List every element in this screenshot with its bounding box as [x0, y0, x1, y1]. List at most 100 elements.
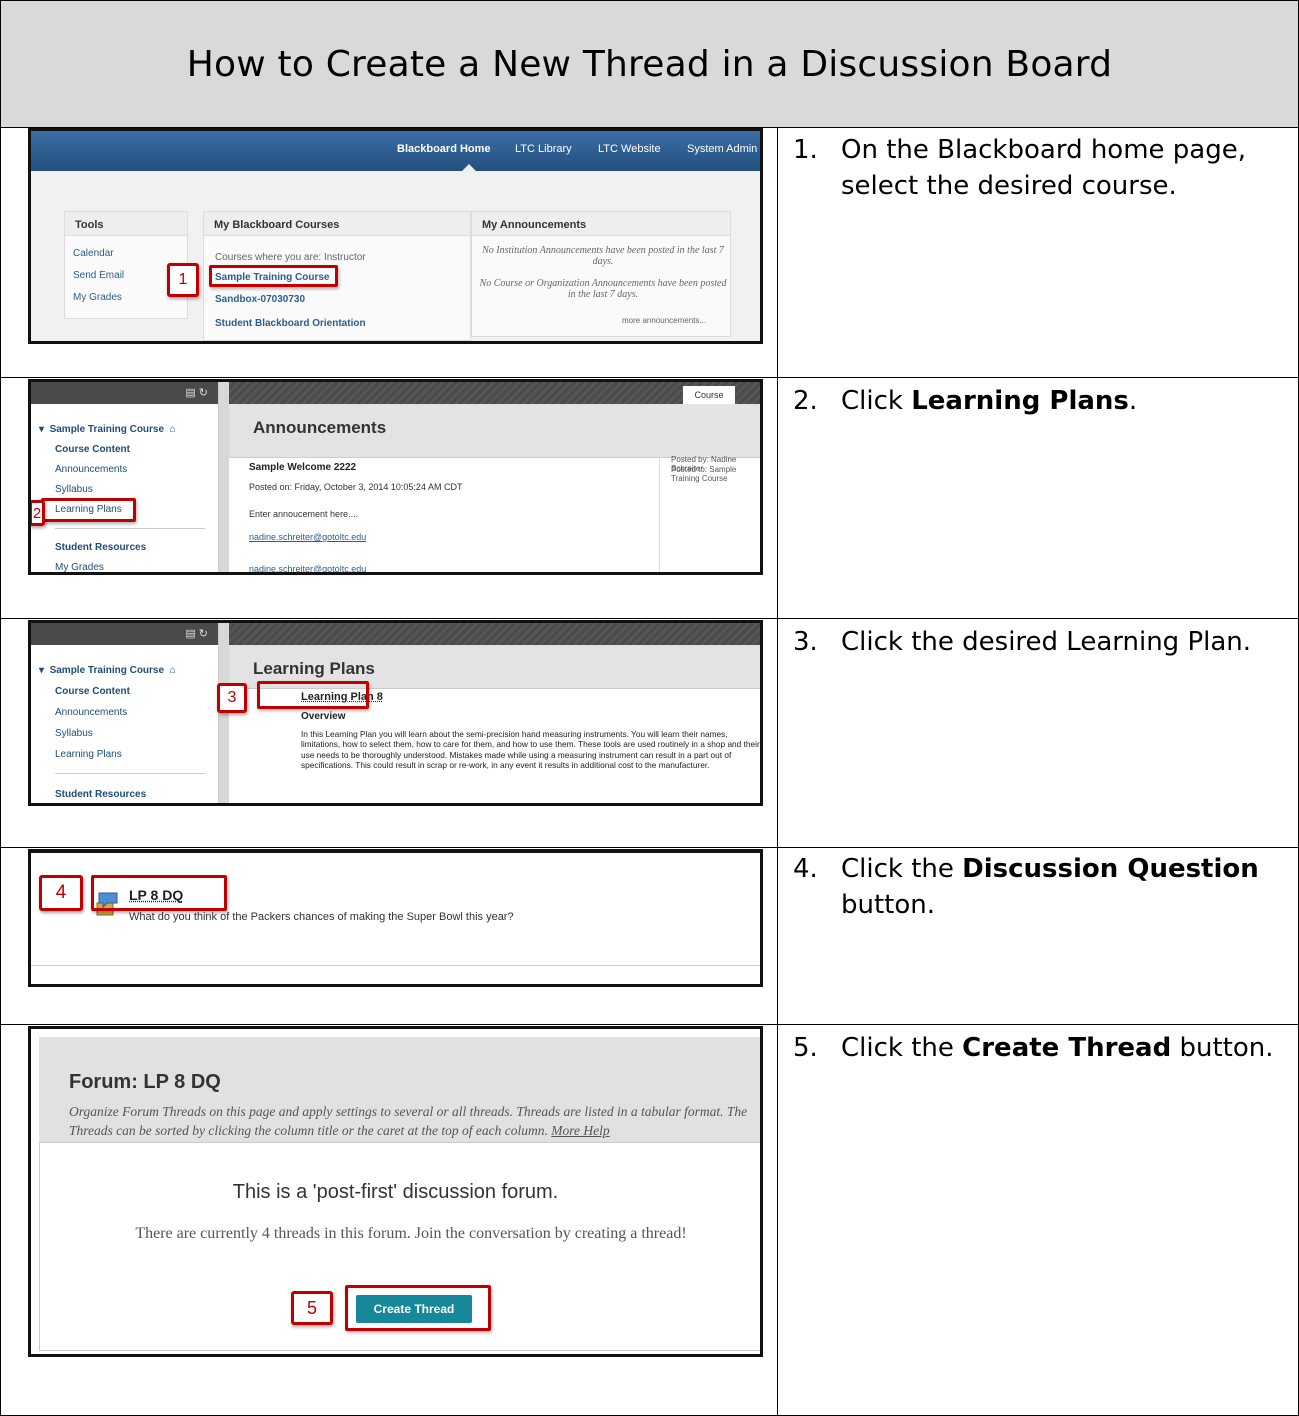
course-link-orientation[interactable]: Student Blackboard Orientation — [215, 318, 366, 329]
announcement-course: No Course or Organization Announcements … — [479, 278, 727, 300]
highlight-box-discussion — [91, 875, 227, 911]
course-menu-toolbar: ▤ ↻ — [31, 382, 218, 404]
menu-divider — [55, 528, 205, 529]
step-callout-2: 2 — [31, 500, 45, 526]
step-number: 1. — [793, 135, 818, 165]
menu-toolbar-icons[interactable]: ▤ ↻ — [185, 627, 208, 640]
menu-item-syllabus[interactable]: Syllabus — [55, 484, 93, 495]
nav-active-indicator — [461, 164, 477, 172]
nav-blackboard-home[interactable]: Blackboard Home — [397, 143, 491, 155]
instruction-sheet: How to Create a New Thread in a Discussi… — [0, 0, 1299, 1416]
step-4: 4. Click the Discussion Question button. — [793, 851, 1283, 923]
page-heading: Announcements — [253, 418, 387, 437]
course-link-sandbox[interactable]: Sandbox-07030730 — [215, 294, 305, 305]
step-1: 1. On the Blackboard home page, select t… — [793, 132, 1283, 204]
discussion-question-text: What do you think of the Packers chances… — [129, 911, 514, 923]
highlight-box-learning-plans — [41, 498, 136, 522]
courses-caption: Courses where you are: Instructor — [215, 252, 366, 263]
announcements-module-title: My Announcements — [472, 212, 730, 236]
announcement-posted-on: Posted on: Friday, October 3, 2014 10:05… — [249, 482, 463, 492]
course-menu-title[interactable]: ▾ Sample Training Course ⌂ — [39, 665, 176, 676]
step-text: Click the Create Thread button. — [841, 1033, 1274, 1063]
step-5: 5. Click the Create Thread button. — [793, 1030, 1283, 1066]
step-text: Click Learning Plans. — [841, 386, 1138, 416]
announcements-module: My Announcements No Institution Announce… — [471, 211, 731, 337]
step-text: Click the Discussion Question button. — [841, 854, 1259, 920]
tools-link-my-grades[interactable]: My Grades — [73, 292, 122, 303]
menu-item-announcements[interactable]: Announcements — [55, 707, 127, 718]
screenshot-course-announcements: ▤ ↻ ▾ Sample Training Course ⌂ Course Co… — [28, 379, 763, 575]
nav-ltc-library[interactable]: LTC Library — [515, 143, 572, 155]
tab-course[interactable]: Course — [683, 386, 735, 404]
row-divider-4 — [1, 1024, 1299, 1025]
page-header: Announcements — [229, 404, 760, 458]
announcement-meta-divider — [659, 458, 660, 572]
course-menu-toolbar: ▤ ↻ — [31, 623, 218, 645]
menu-item-course-content[interactable]: Course Content — [55, 444, 130, 455]
more-announcements-link[interactable]: more announcements... — [622, 316, 706, 325]
page-title: How to Create a New Thread in a Discussi… — [186, 43, 1113, 85]
overview-label: Overview — [301, 711, 346, 722]
step-text: On the Blackboard home page, select the … — [841, 135, 1247, 201]
step-number: 5. — [793, 1033, 818, 1063]
screenshot-discussion-question: LP 8 DQ What do you think of the Packers… — [28, 849, 763, 987]
announcement-body: Enter annoucement here.... — [249, 509, 359, 519]
step-3: 3. Click the desired Learning Plan. — [793, 624, 1283, 660]
title-bar: How to Create a New Thread in a Discussi… — [1, 1, 1298, 128]
menu-toolbar-icons[interactable]: ▤ ↻ — [185, 386, 208, 399]
highlight-box-learning-plan — [257, 681, 369, 709]
menu-gutter — [219, 623, 229, 803]
step-callout-3: 3 — [217, 683, 247, 713]
tools-module-title: Tools — [65, 212, 187, 236]
forum-title: Forum: LP 8 DQ — [69, 1071, 221, 1093]
column-divider — [777, 128, 778, 1416]
step-callout-4: 4 — [39, 875, 83, 911]
row-divider-3 — [1, 847, 1299, 848]
thread-count-text: There are currently 4 threads in this fo… — [135, 1225, 687, 1242]
announcement-title: Sample Welcome 2222 — [249, 462, 357, 473]
home-icon: ⌂ — [169, 424, 176, 435]
course-header-stripe — [229, 623, 760, 645]
course-menu-title[interactable]: ▾ Sample Training Course ⌂ — [39, 424, 176, 435]
highlight-box-course — [209, 265, 338, 287]
forum-description: Organize Forum Threads on this page and … — [69, 1104, 748, 1138]
course-menu: ▤ ↻ ▾ Sample Training Course ⌂ Course Co… — [31, 382, 219, 572]
announcement-email[interactable]: nadine.schreiter@gotoltc.edu — [249, 532, 366, 542]
menu-item-my-grades[interactable]: My Grades — [55, 562, 104, 572]
course-header-stripe — [229, 382, 760, 404]
tools-link-send-email[interactable]: Send Email — [73, 270, 124, 281]
post-first-heading: This is a 'post-first' discussion forum. — [232, 1181, 559, 1203]
learning-plan-description: In this Learning Plan you will learn abo… — [301, 729, 760, 770]
step-callout-1: 1 — [167, 263, 199, 297]
menu-item-announcements[interactable]: Announcements — [55, 464, 127, 475]
screenshot-blackboard-home: Blackboard Home LTC Library LTC Website … — [28, 128, 763, 344]
menu-item-student-resources[interactable]: Student Resources — [55, 542, 146, 553]
home-icon: ⌂ — [169, 665, 176, 676]
screenshot-forum: Forum: LP 8 DQ Organize Forum Threads on… — [28, 1026, 763, 1357]
announcement-email-2[interactable]: nadine.schreiter@gotoltc.edu — [249, 564, 366, 572]
menu-gutter — [219, 382, 229, 572]
menu-divider — [55, 773, 205, 774]
nav-ltc-website[interactable]: LTC Website — [598, 143, 661, 155]
step-number: 2. — [793, 386, 818, 416]
step-number: 4. — [793, 854, 818, 884]
menu-item-learning-plans[interactable]: Learning Plans — [55, 749, 122, 760]
more-help-link[interactable]: More Help — [551, 1123, 609, 1138]
announcement-posted-to: Posted to: Sample Training Course — [671, 465, 737, 483]
step-callout-5: 5 — [291, 1291, 333, 1325]
row-divider-1 — [1, 377, 1299, 378]
content-divider — [31, 965, 760, 966]
announcement-institution: No Institution Announcements have been p… — [482, 245, 724, 267]
screenshot-learning-plans: ▤ ↻ ▾ Sample Training Course ⌂ Course Co… — [28, 620, 763, 806]
nav-system-admin[interactable]: System Admin — [687, 143, 757, 155]
step-text: Click the desired Learning Plan. — [841, 627, 1252, 657]
highlight-box-create-thread — [345, 1285, 491, 1331]
course-menu: ▤ ↻ ▾ Sample Training Course ⌂ Course Co… — [31, 623, 219, 803]
menu-item-student-resources[interactable]: Student Resources — [55, 789, 146, 800]
menu-item-course-content[interactable]: Course Content — [55, 686, 130, 697]
tools-link-calendar[interactable]: Calendar — [73, 248, 114, 259]
step-2: 2. Click Learning Plans. — [793, 383, 1283, 419]
page-heading: Learning Plans — [253, 659, 375, 678]
step-number: 3. — [793, 627, 818, 657]
menu-item-syllabus[interactable]: Syllabus — [55, 728, 93, 739]
